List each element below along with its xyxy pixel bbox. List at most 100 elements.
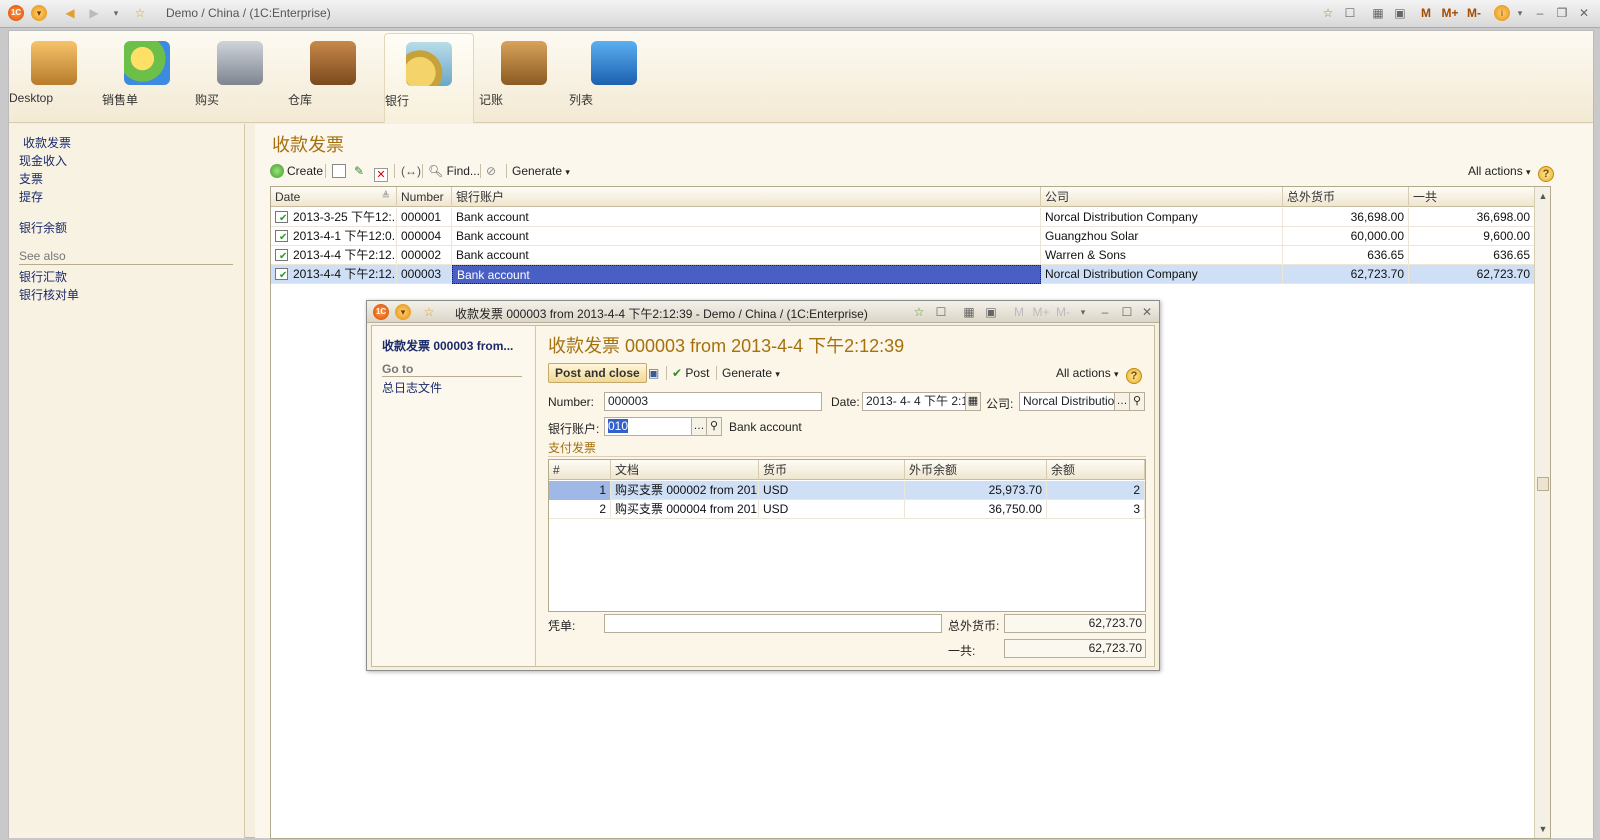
history-dropdown-icon[interactable]: ▾: [108, 5, 124, 21]
all-actions-button[interactable]: All actions ▾: [1468, 160, 1531, 182]
save-button[interactable]: ▣: [648, 362, 659, 384]
memory-plus-button[interactable]: M+: [1440, 5, 1460, 21]
info-icon[interactable]: i: [1494, 5, 1510, 21]
edit-button[interactable]: ✎: [354, 160, 364, 182]
calculator-icon[interactable]: ▦: [1370, 5, 1386, 21]
voucher-input[interactable]: [604, 614, 942, 633]
cancel-search-button[interactable]: ⊘: [486, 160, 496, 182]
table-row[interactable]: 2013-4-1 下午12:0... 000004 Bank account G…: [271, 227, 1550, 246]
add-favorite-icon[interactable]: ☆: [1320, 5, 1336, 21]
memory-button[interactable]: M: [1418, 5, 1434, 21]
nav-item-bank-transfer[interactable]: 银行汇款: [19, 268, 67, 285]
column-header-date[interactable]: Date ≜: [271, 187, 397, 207]
generate-button[interactable]: Generate ▾: [512, 160, 570, 182]
column-header-number[interactable]: Number: [397, 187, 452, 207]
create-button[interactable]: Create: [270, 160, 323, 182]
restore-icon[interactable]: ❐: [1554, 5, 1570, 21]
scroll-thumb[interactable]: [1537, 477, 1549, 491]
company-select-button[interactable]: …: [1114, 392, 1130, 411]
memory-plus-button[interactable]: M+: [1031, 304, 1051, 320]
hierarchy-button[interactable]: (↔): [401, 160, 421, 182]
column-header-index[interactable]: #: [549, 460, 611, 480]
column-header-bank-account[interactable]: 银行账户: [452, 187, 1041, 207]
copy-button[interactable]: [332, 160, 346, 182]
goto-general-journal[interactable]: 总日志文件: [382, 379, 442, 396]
add-favorite-icon[interactable]: ☆: [911, 304, 927, 320]
calendar-icon[interactable]: ▣: [983, 304, 999, 320]
minimize-icon[interactable]: –: [1532, 5, 1548, 21]
1c-logo-icon[interactable]: 1C: [373, 304, 389, 320]
column-header-balance[interactable]: 余额: [1047, 460, 1145, 480]
section-warehouse[interactable]: 仓库: [288, 33, 378, 119]
table-row-selected[interactable]: 2013-4-4 下午2:12... 000003 Bank account N…: [271, 265, 1550, 284]
table-row-selected[interactable]: 1 购买支票 000002 from 201... USD 25,973.70 …: [549, 481, 1145, 500]
help-button[interactable]: ?: [1126, 364, 1142, 386]
close-icon[interactable]: ✕: [1139, 304, 1155, 320]
column-header-foreign-balance[interactable]: 外币余额: [905, 460, 1047, 480]
post-and-close-button[interactable]: Post and close: [548, 363, 647, 383]
number-input[interactable]: 000003: [604, 392, 822, 411]
company-input[interactable]: Norcal Distribution C: [1019, 392, 1115, 411]
bank-account-open-icon[interactable]: ⚲: [706, 417, 722, 436]
nav-item-deposits[interactable]: 提存: [19, 188, 43, 205]
nav-item-cash-receipts[interactable]: 现金收入: [19, 152, 67, 169]
table-row[interactable]: 2 购买支票 000004 from 201... USD 36,750.00 …: [549, 500, 1145, 519]
section-purchase[interactable]: 购买: [195, 33, 285, 119]
back-arrow-icon[interactable]: ◀: [62, 5, 78, 21]
memory-dropdown-icon[interactable]: ▾: [1075, 304, 1091, 320]
forward-arrow-icon[interactable]: ▶: [86, 5, 102, 21]
calendar-icon[interactable]: ▣: [1392, 5, 1408, 21]
info-dropdown-icon[interactable]: ▾: [1512, 5, 1528, 21]
form-menu-icon[interactable]: ▾: [395, 304, 411, 320]
post-button[interactable]: ✔ Post: [672, 362, 709, 384]
all-actions-button[interactable]: All actions ▾: [1056, 362, 1119, 384]
nav-item-checks[interactable]: 支票: [19, 170, 43, 187]
delete-button[interactable]: ✕: [374, 160, 388, 182]
scroll-up-icon[interactable]: ▲: [1537, 189, 1549, 203]
section-list[interactable]: 列表: [569, 33, 659, 119]
calculator-icon[interactable]: ▦: [961, 304, 977, 320]
find-button[interactable]: 🔍︎ Find...: [428, 160, 480, 182]
scroll-down-icon[interactable]: ▼: [1537, 822, 1549, 836]
bookmark-icon[interactable]: ☐: [933, 304, 949, 320]
hierarchy-arrows-icon: (↔): [401, 164, 421, 178]
nav-item-bank-balance[interactable]: 银行余额: [19, 219, 67, 236]
section-bank[interactable]: 银行: [384, 33, 474, 123]
column-header-foreign-total[interactable]: 总外货币: [1283, 187, 1409, 207]
bank-account-select-button[interactable]: …: [691, 417, 707, 436]
column-header-currency[interactable]: 货币: [759, 460, 905, 480]
close-icon[interactable]: ✕: [1576, 5, 1592, 21]
date-input[interactable]: 2013- 4- 4 下午 2:12: [862, 392, 966, 411]
memory-minus-button[interactable]: M-: [1464, 5, 1484, 21]
form-main: 收款发票 000003 from 2013-4-4 下午2:12:39 Post…: [538, 326, 1154, 666]
bookmark-icon[interactable]: ☐: [1342, 5, 1358, 21]
table-row[interactable]: 2013-3-25 下午12:... 000001 Bank account N…: [271, 208, 1550, 227]
maximize-icon[interactable]: ☐: [1119, 304, 1135, 320]
generate-button[interactable]: Generate ▾: [722, 362, 780, 384]
calendar-picker-icon[interactable]: ▦: [965, 392, 981, 411]
help-button[interactable]: ?: [1538, 162, 1554, 184]
favorites-star-icon[interactable]: ☆: [132, 5, 148, 21]
section-desktop[interactable]: Desktop: [9, 33, 99, 119]
minimize-icon[interactable]: –: [1097, 304, 1113, 320]
form-nav-current[interactable]: 收款发票 000003 from...: [382, 337, 513, 354]
memory-button[interactable]: M: [1011, 304, 1027, 320]
column-header-total[interactable]: 一共: [1409, 187, 1535, 207]
section-ledger[interactable]: 记账: [479, 33, 569, 119]
bank-account-input[interactable]: 010: [604, 417, 692, 436]
posted-document-icon: [275, 228, 288, 246]
memory-minus-button[interactable]: M-: [1053, 304, 1073, 320]
1c-logo-icon[interactable]: 1C: [8, 5, 24, 21]
favorites-star-icon[interactable]: ☆: [421, 304, 437, 320]
table-row[interactable]: 2013-4-4 下午2:12... 000002 Bank account W…: [271, 246, 1550, 265]
column-header-company[interactable]: 公司: [1041, 187, 1283, 207]
company-open-icon[interactable]: ⚲: [1129, 392, 1145, 411]
column-header-document[interactable]: 文档: [611, 460, 759, 480]
section-sales[interactable]: 销售单: [102, 33, 192, 119]
vertical-scrollbar[interactable]: ▲ ▼: [1534, 187, 1550, 838]
cell-company: Warren & Sons: [1041, 246, 1283, 265]
total-foreign-value: 62,723.70: [1004, 614, 1146, 633]
nav-item-bank-reconciliation[interactable]: 银行核对单: [19, 286, 79, 303]
main-menu-icon[interactable]: ▾: [31, 5, 47, 21]
nav-item-receipts[interactable]: 收款发票: [23, 134, 71, 151]
